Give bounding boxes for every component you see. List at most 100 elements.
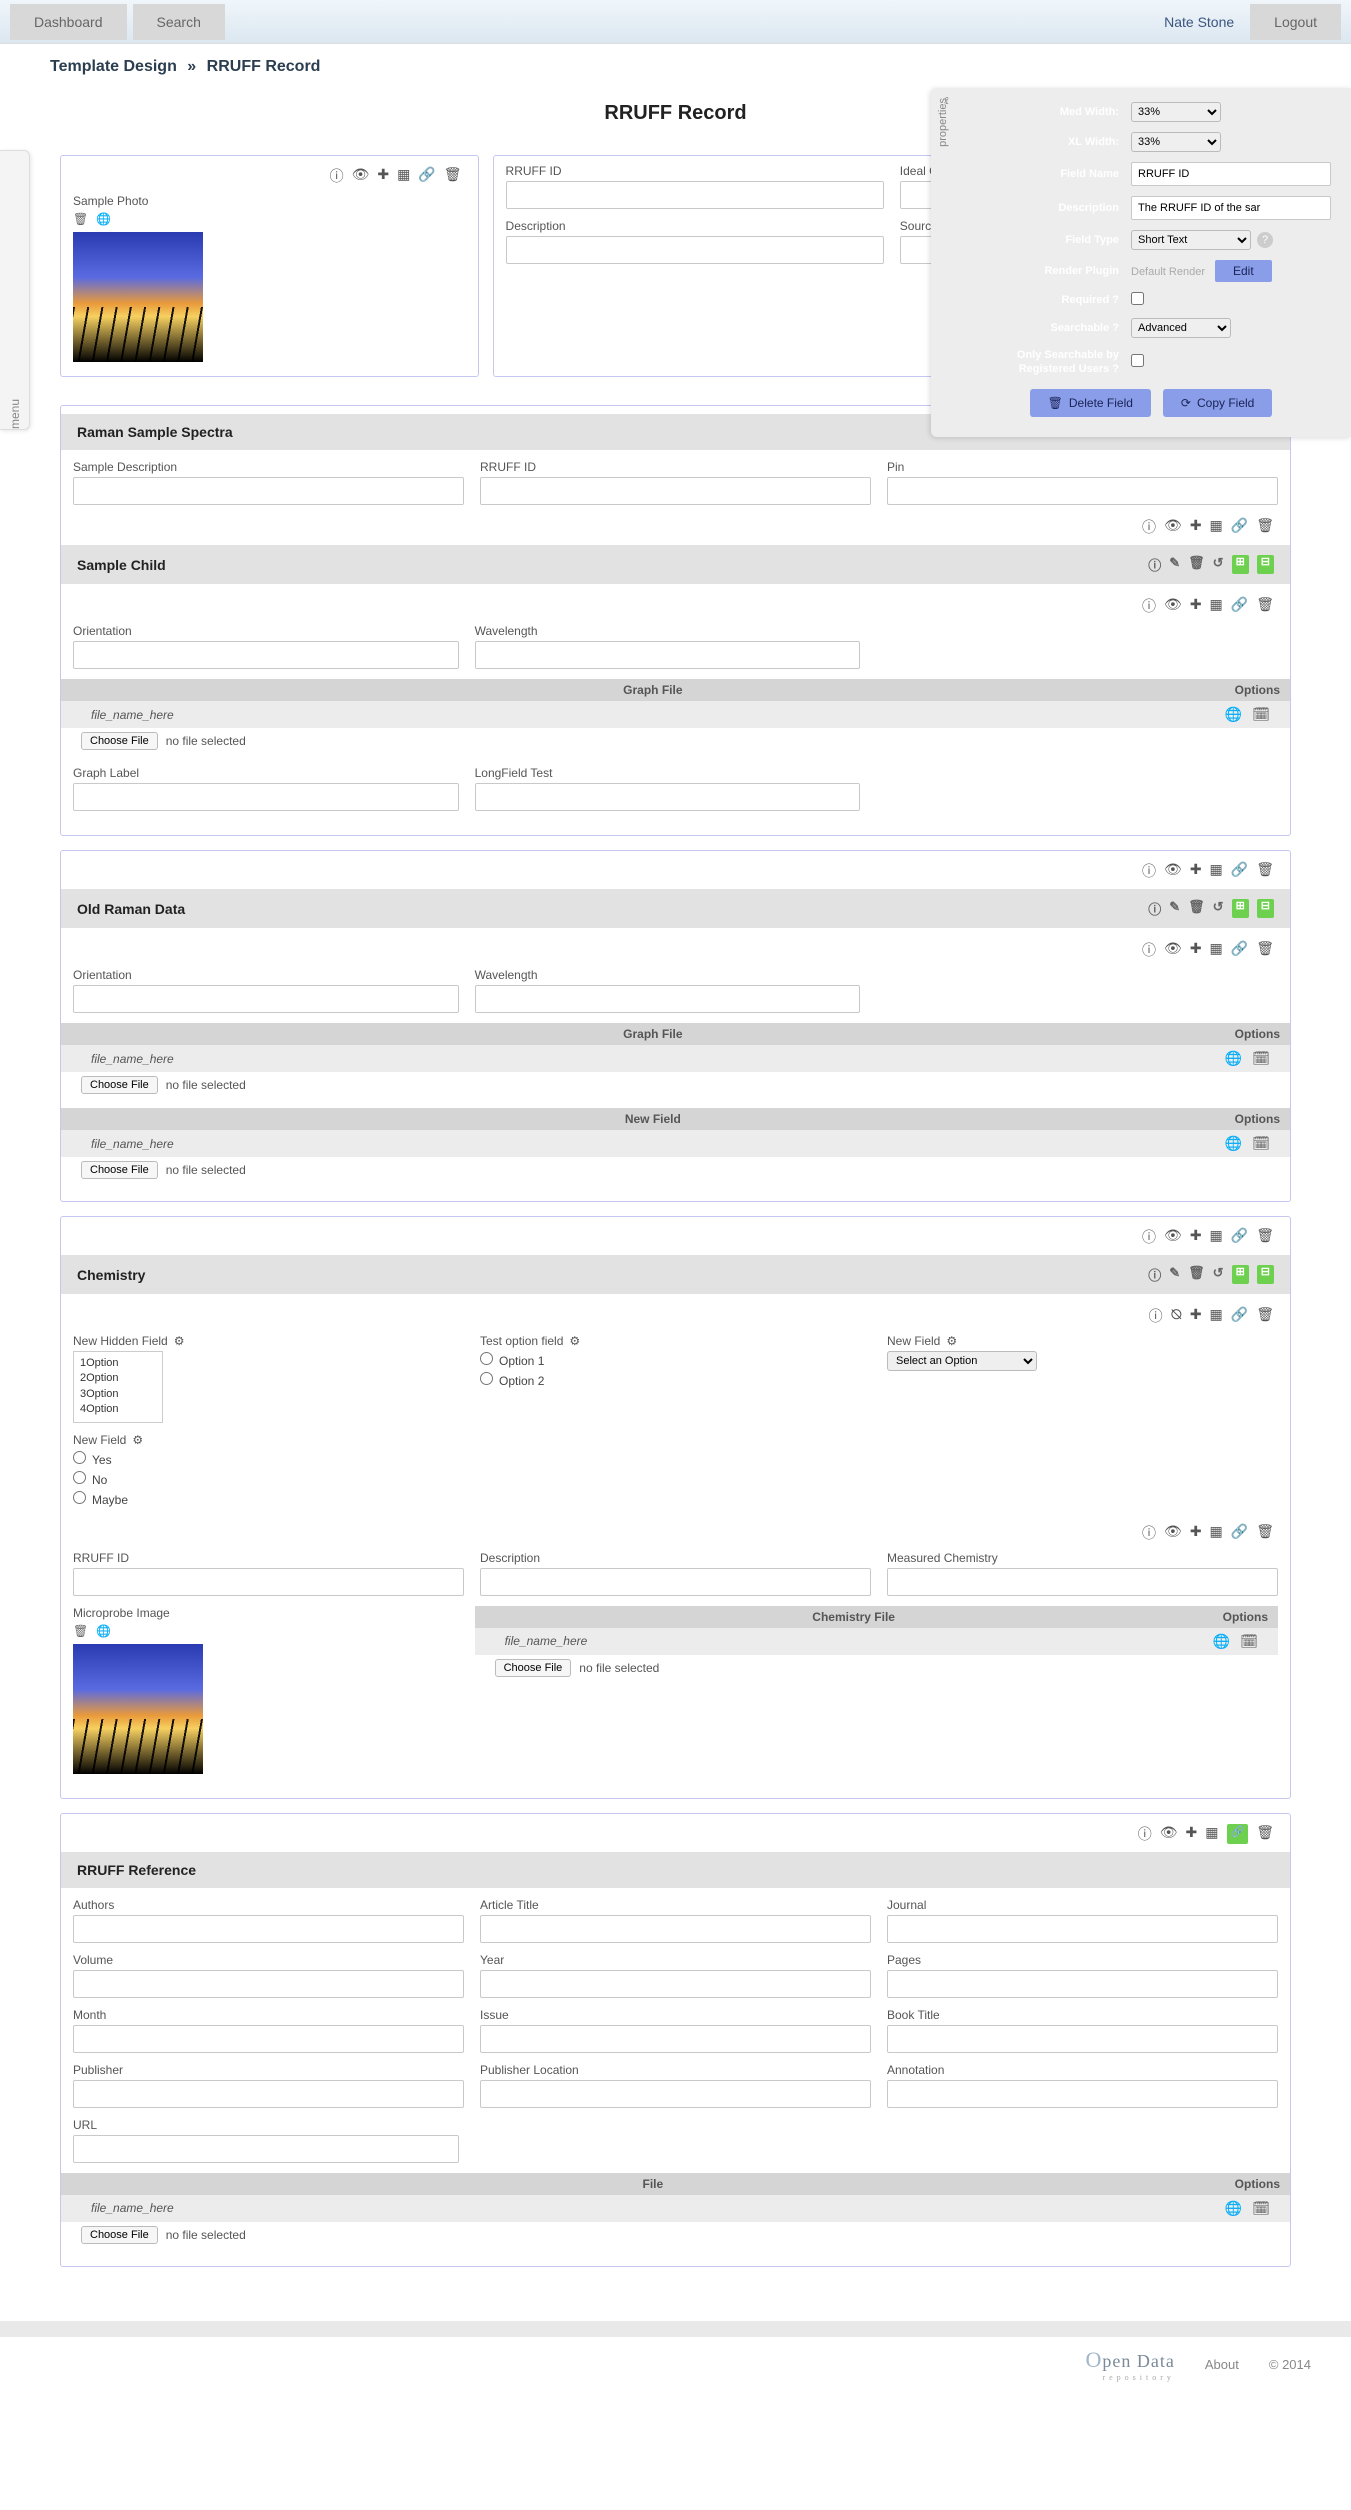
info-icon[interactable]: ⓘ xyxy=(1148,899,1161,918)
edit-icon[interactable]: ✎ xyxy=(1169,555,1180,574)
trash-icon[interactable]: 🗑 xyxy=(1188,555,1205,574)
journal-input[interactable] xyxy=(887,1915,1278,1943)
searchable-select[interactable]: Advanced xyxy=(1131,318,1231,338)
globe-icon[interactable]: 🌐 xyxy=(1225,2200,1242,2217)
wavelength-input[interactable] xyxy=(475,641,861,669)
ref-choose-button[interactable]: Choose File xyxy=(81,2226,158,2244)
eye-icon[interactable]: 👁 xyxy=(352,166,370,186)
trash-icon[interactable]: 🗑 xyxy=(1256,1227,1274,1247)
trash-icon[interactable]: 🗑 xyxy=(1256,1523,1274,1543)
eye-icon[interactable]: 👁 xyxy=(1164,517,1182,537)
issue-input[interactable] xyxy=(480,2025,871,2053)
gear-icon[interactable]: ⚙ xyxy=(174,1334,185,1348)
renderplugin-edit-button[interactable]: Edit xyxy=(1215,260,1272,282)
description-input[interactable] xyxy=(506,236,884,264)
grid-icon[interactable]: ▦ xyxy=(1205,1824,1218,1844)
edit-icon[interactable]: ✎ xyxy=(1169,899,1180,918)
about-link[interactable]: About xyxy=(1205,2357,1239,2372)
chart2-icon[interactable]: ⊟ xyxy=(1257,899,1274,918)
eye-slash-icon[interactable]: ⦰ xyxy=(1171,1306,1182,1326)
volume-input[interactable] xyxy=(73,1970,464,1998)
rruffid-input[interactable] xyxy=(506,181,884,209)
eye-icon[interactable]: 👁 xyxy=(1160,1824,1178,1844)
trash-icon[interactable]: 🗑 xyxy=(73,212,88,226)
sampledesc-input[interactable] xyxy=(73,477,464,505)
dashboard-button[interactable]: Dashboard xyxy=(10,4,127,40)
info-icon[interactable]: ⓘ xyxy=(1148,555,1161,574)
choose-file-button[interactable]: Choose File xyxy=(81,732,158,750)
logout-button[interactable]: Logout xyxy=(1250,4,1341,40)
delete-field-button[interactable]: 🗑Delete Field xyxy=(1030,389,1151,417)
grid-icon[interactable]: ▦ xyxy=(1210,517,1223,537)
or-choose2-button[interactable]: Choose File xyxy=(81,1161,158,1179)
globe-icon[interactable]: 🌐 xyxy=(96,212,111,226)
fieldname-input[interactable] xyxy=(1131,162,1331,186)
breadcrumb-a[interactable]: Template Design xyxy=(50,58,177,75)
globe-icon[interactable]: 🌐 xyxy=(1225,1050,1242,1067)
chem-rruffid-input[interactable] xyxy=(73,1568,464,1596)
plus-icon[interactable]: ✚ xyxy=(1190,1306,1202,1326)
link-icon[interactable]: 🔗 xyxy=(1231,596,1248,616)
description-input[interactable] xyxy=(1131,196,1331,220)
help-icon[interactable]: ? xyxy=(1257,232,1273,248)
url-input[interactable] xyxy=(73,2135,459,2163)
pin-input[interactable] xyxy=(887,477,1278,505)
edit-icon[interactable]: ✎ xyxy=(1169,1265,1180,1284)
chem-desc-input[interactable] xyxy=(480,1568,871,1596)
undo-icon[interactable]: ↺ xyxy=(1213,1265,1224,1284)
gear-icon[interactable]: ⚙ xyxy=(946,1334,957,1348)
chart-icon[interactable]: ⊞ xyxy=(1232,899,1249,918)
globe-icon[interactable]: 🌐 xyxy=(1225,706,1242,723)
publoc-input[interactable] xyxy=(480,2080,871,2108)
grid-icon[interactable]: ▦ xyxy=(1210,1227,1223,1247)
chart-icon[interactable]: ⊞ xyxy=(1232,555,1249,574)
calendar-icon[interactable]: 🗓 xyxy=(1252,1135,1270,1152)
eye-icon[interactable]: 👁 xyxy=(1164,1523,1182,1543)
orientation-input[interactable] xyxy=(73,641,459,669)
year-input[interactable] xyxy=(480,1970,871,1998)
xlwidth-select[interactable]: 33% xyxy=(1131,132,1221,152)
book-input[interactable] xyxy=(887,2025,1278,2053)
plus-icon[interactable]: ✚ xyxy=(1190,940,1202,960)
publisher-input[interactable] xyxy=(73,2080,464,2108)
month-input[interactable] xyxy=(73,2025,464,2053)
link-icon[interactable]: 🔗 xyxy=(1231,1523,1248,1543)
trash-icon[interactable]: 🗑 xyxy=(73,1624,88,1638)
link-icon[interactable]: 🔗 xyxy=(1231,1227,1248,1247)
link-icon[interactable]: 🔗 xyxy=(418,166,435,186)
or-orientation-input[interactable] xyxy=(73,985,459,1013)
info-icon[interactable]: ⓘ xyxy=(1149,1306,1163,1326)
calendar-icon[interactable]: 🗓 xyxy=(1240,1633,1258,1650)
nf-opt-yes[interactable]: Yes xyxy=(73,1451,464,1467)
or-choose-button[interactable]: Choose File xyxy=(81,1076,158,1094)
chart-icon[interactable]: ⊞ xyxy=(1232,1265,1249,1284)
info-icon[interactable]: ⓘ xyxy=(1142,517,1156,537)
trash-icon[interactable]: 🗑 xyxy=(1256,596,1274,616)
info-icon[interactable]: ⓘ xyxy=(1142,1523,1156,1543)
trash-icon[interactable]: 🗑 xyxy=(1256,1824,1274,1844)
article-input[interactable] xyxy=(480,1915,871,1943)
pages-input[interactable] xyxy=(887,1970,1278,1998)
link-icon[interactable]: 🔗 xyxy=(1231,517,1248,537)
info-icon[interactable]: ⓘ xyxy=(330,166,344,186)
to-opt2[interactable]: Option 2 xyxy=(480,1372,871,1388)
link-icon[interactable]: 🔗 xyxy=(1227,1824,1249,1844)
search-button[interactable]: Search xyxy=(133,4,225,40)
authors-input[interactable] xyxy=(73,1915,464,1943)
grid-icon[interactable]: ▦ xyxy=(1210,596,1223,616)
info-icon[interactable]: ⓘ xyxy=(1142,861,1156,881)
grid-icon[interactable]: ▦ xyxy=(1210,861,1223,881)
or-wavelength-input[interactable] xyxy=(475,985,861,1013)
onlyreg-checkbox[interactable] xyxy=(1131,354,1144,367)
link-icon[interactable]: 🔗 xyxy=(1231,1306,1248,1326)
grid-icon[interactable]: ▦ xyxy=(1210,940,1223,960)
grid-icon[interactable]: ▦ xyxy=(1210,1523,1223,1543)
trash-icon[interactable]: 🗑 xyxy=(1256,940,1274,960)
eye-icon[interactable]: 👁 xyxy=(1164,596,1182,616)
measured-input[interactable] xyxy=(887,1568,1278,1596)
gear-icon[interactable]: ⚙ xyxy=(132,1433,143,1447)
info-icon[interactable]: ⓘ xyxy=(1138,1824,1152,1844)
link-icon[interactable]: 🔗 xyxy=(1231,861,1248,881)
gear-icon[interactable]: ⚙ xyxy=(569,1334,580,1348)
globe-icon[interactable]: 🌐 xyxy=(96,1624,111,1638)
